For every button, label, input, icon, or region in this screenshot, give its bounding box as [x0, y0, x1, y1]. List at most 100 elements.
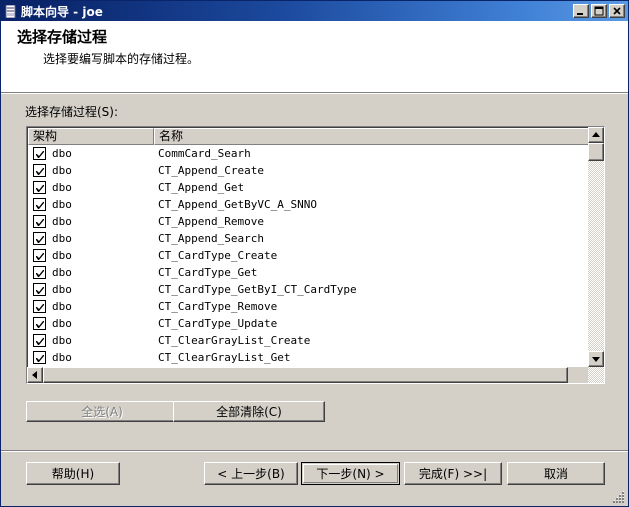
script-wizard-window: 脚本向导 - joe 选择存储过程 选择要编写脚本的存储过程。	[0, 0, 629, 507]
scroll-left-arrow-icon[interactable]	[27, 367, 43, 383]
cell-schema: dbo	[28, 317, 154, 330]
row-checkbox[interactable]	[33, 164, 46, 177]
listview-vertical-scrollbar[interactable]	[588, 127, 604, 367]
procedure-name: CT_CardType_Remove	[154, 300, 589, 313]
schema-label: dbo	[52, 198, 72, 211]
vscroll-track[interactable]	[588, 143, 604, 351]
title-bar[interactable]: 脚本向导 - joe	[1, 1, 628, 21]
hscroll-thumb[interactable]	[43, 367, 568, 383]
table-row[interactable]: dbo CT_CardType_Update	[28, 315, 589, 332]
table-row[interactable]: dbo CT_ClearGrayList_Create	[28, 332, 589, 349]
row-checkbox[interactable]	[33, 334, 46, 347]
schema-label: dbo	[52, 317, 72, 330]
wizard-document-icon	[4, 5, 17, 18]
cell-schema: dbo	[28, 147, 154, 160]
select-all-button[interactable]: 全选(A)	[26, 401, 178, 422]
cell-schema: dbo	[28, 283, 154, 296]
table-row[interactable]: dbo CT_Append_GetByVC_A_SNNO	[28, 196, 589, 213]
table-row[interactable]: dbo CT_Append_Search	[28, 230, 589, 247]
back-button[interactable]: < 上一步(B)	[204, 462, 298, 485]
scrollbar-corner	[588, 367, 604, 383]
listview-horizontal-scrollbar[interactable]	[27, 367, 588, 383]
row-checkbox[interactable]	[33, 181, 46, 194]
next-button[interactable]: 下一步(N) >	[301, 462, 400, 485]
cell-schema: dbo	[28, 351, 154, 364]
column-header-schema[interactable]: 架构	[28, 128, 154, 145]
cancel-button[interactable]: 取消	[507, 462, 605, 485]
procedure-name: CT_Append_Remove	[154, 215, 589, 228]
finish-button[interactable]: 完成(F) >>|	[404, 462, 502, 485]
table-row[interactable]: dbo CT_CardType_Create	[28, 247, 589, 264]
wizard-header: 选择存储过程 选择要编写脚本的存储过程。	[1, 21, 628, 92]
schema-label: dbo	[52, 300, 72, 313]
row-checkbox[interactable]	[33, 283, 46, 296]
procedure-name: CT_ClearGrayList_Get	[154, 351, 589, 364]
procedure-name: CT_Append_GetByVC_A_SNNO	[154, 198, 589, 211]
schema-label: dbo	[52, 266, 72, 279]
table-row[interactable]: dbo CT_Append_Get	[28, 179, 589, 196]
listview-rows: dboCommCard_SearhdboCT_Append_CreatedboC…	[28, 145, 589, 367]
row-checkbox[interactable]	[33, 317, 46, 330]
cell-schema: dbo	[28, 266, 154, 279]
maximize-icon[interactable]	[591, 4, 607, 18]
row-checkbox[interactable]	[33, 249, 46, 262]
listview-header-row: 架构 名称	[28, 128, 589, 145]
row-checkbox[interactable]	[33, 300, 46, 313]
procedure-name: CT_CardType_Update	[154, 317, 589, 330]
schema-label: dbo	[52, 334, 72, 347]
schema-label: dbo	[52, 232, 72, 245]
procedure-name: CT_Append_Create	[154, 164, 589, 177]
resize-grip-icon[interactable]	[612, 490, 626, 504]
wizard-body: 选择存储过程(S): 架构 名称 dboCommCard_SearhdboCT_…	[1, 94, 628, 448]
table-row[interactable]: dbo CT_CardType_Get	[28, 264, 589, 281]
schema-label: dbo	[52, 249, 72, 262]
schema-label: dbo	[52, 181, 72, 194]
table-row[interactable]: dbo CT_Append_Remove	[28, 213, 589, 230]
schema-label: dbo	[52, 283, 72, 296]
minimize-icon[interactable]	[573, 4, 589, 18]
table-row[interactable]: dbo CT_CardType_Remove	[28, 298, 589, 315]
vscroll-thumb[interactable]	[588, 143, 604, 161]
cell-schema: dbo	[28, 232, 154, 245]
cell-schema: dbo	[28, 334, 154, 347]
row-checkbox[interactable]	[33, 198, 46, 211]
cell-schema: dbo	[28, 249, 154, 262]
cell-schema: dbo	[28, 300, 154, 313]
procedure-name: CT_CardType_Get	[154, 266, 589, 279]
row-checkbox[interactable]	[33, 147, 46, 160]
table-row[interactable]: dbo CT_CardType_GetByI_CT_CardType	[28, 281, 589, 298]
table-row[interactable]: dbo CT_ClearGrayList_Get	[28, 349, 589, 366]
cell-schema: dbo	[28, 215, 154, 228]
procedure-name: CT_CardType_GetByI_CT_CardType	[154, 283, 589, 296]
procedure-name: CT_Append_Get	[154, 181, 589, 194]
listview-label: 选择存储过程(S):	[25, 103, 118, 120]
title-bar-buttons	[573, 4, 625, 18]
stored-procedure-listview[interactable]: 架构 名称 dboCommCard_SearhdboCT_Append_Crea…	[26, 126, 605, 384]
close-icon[interactable]	[609, 4, 625, 18]
table-row[interactable]: dbo CommCard_Searh	[28, 145, 589, 162]
row-checkbox[interactable]	[33, 351, 46, 364]
procedure-name: CommCard_Searh	[154, 147, 589, 160]
column-header-name[interactable]: 名称	[154, 128, 589, 145]
row-checkbox[interactable]	[33, 232, 46, 245]
clear-all-button[interactable]: 全部清除(C)	[173, 401, 325, 422]
page-subtitle: 选择要编写脚本的存储过程。	[43, 51, 628, 67]
row-checkbox[interactable]	[33, 266, 46, 279]
scroll-up-arrow-icon[interactable]	[588, 127, 604, 143]
window-title: 脚本向导 - joe	[21, 3, 573, 20]
schema-label: dbo	[52, 147, 72, 160]
procedure-name: CT_CardType_Create	[154, 249, 589, 262]
procedure-name: CT_Append_Search	[154, 232, 589, 245]
table-row[interactable]: dbo CT_Append_Create	[28, 162, 589, 179]
scroll-down-arrow-icon[interactable]	[588, 351, 604, 367]
schema-label: dbo	[52, 215, 72, 228]
page-title: 选择存储过程	[17, 28, 628, 47]
help-button[interactable]: 帮助(H)	[26, 462, 120, 485]
wizard-footer: 帮助(H) < 上一步(B) 下一步(N) > 完成(F) >>| 取消	[1, 450, 628, 506]
procedure-name: CT_ClearGrayList_Create	[154, 334, 589, 347]
schema-label: dbo	[52, 351, 72, 364]
cell-schema: dbo	[28, 164, 154, 177]
row-checkbox[interactable]	[33, 215, 46, 228]
cell-schema: dbo	[28, 198, 154, 211]
schema-label: dbo	[52, 164, 72, 177]
